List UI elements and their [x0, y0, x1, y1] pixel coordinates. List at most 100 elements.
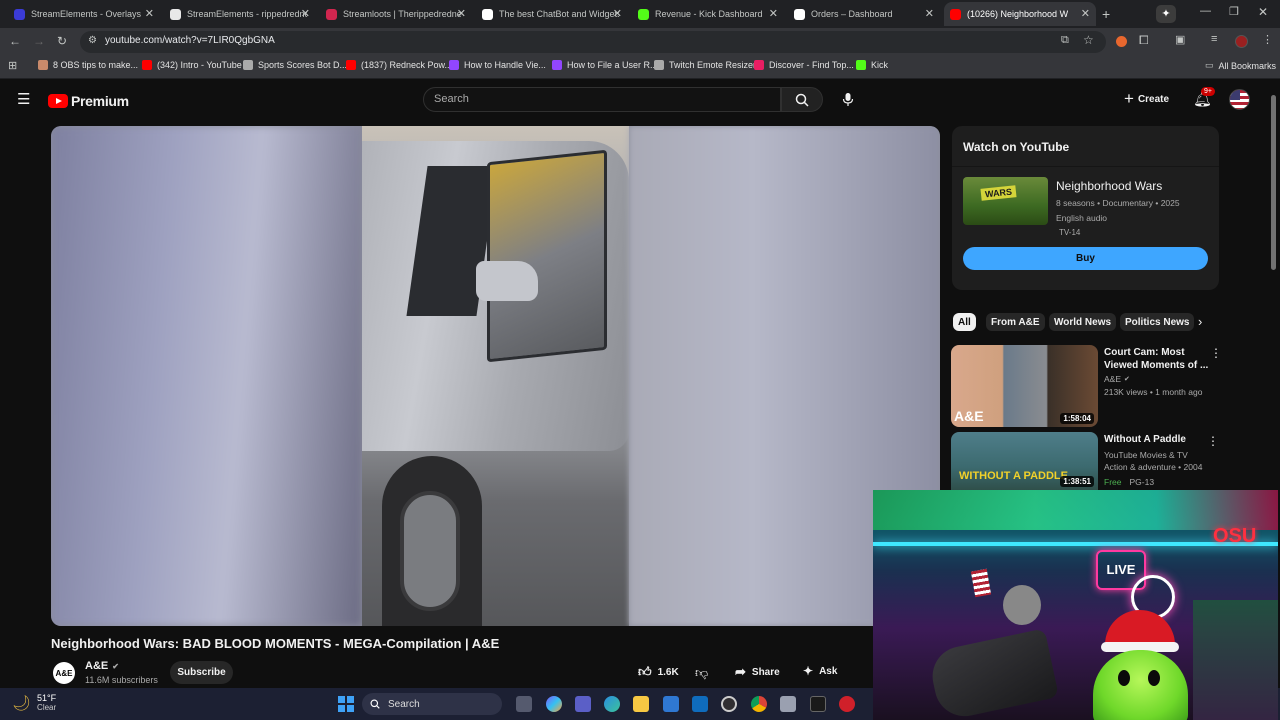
obs-icon[interactable]	[721, 696, 737, 712]
rec-duration-badge: 1:58:04	[1060, 413, 1094, 424]
youtube-play-icon	[48, 94, 68, 108]
tab-search-button[interactable]: ✦	[1156, 5, 1176, 23]
forward-arrow-icon[interactable]: →	[33, 34, 45, 48]
install-app-icon[interactable]: ⧉	[1061, 34, 1069, 47]
start-button[interactable]	[338, 696, 354, 712]
bookmark-item[interactable]: (1837) Redneck Pow...	[346, 60, 452, 70]
rec-price-badge: Free PG-13	[1104, 477, 1154, 487]
close-tab-icon[interactable]: ✕	[613, 8, 622, 20]
chip-from-ae[interactable]: From A&E	[986, 313, 1045, 331]
browser-tab[interactable]: Streamloots | Therippedredne ✕	[320, 2, 472, 26]
teams-icon[interactable]	[575, 696, 591, 712]
bookmark-item[interactable]: How to Handle Vie...	[449, 60, 546, 70]
taskbar-app-icon[interactable]	[780, 696, 796, 712]
back-arrow-icon[interactable]: ←	[9, 34, 21, 48]
bookmark-item[interactable]: 8 OBS tips to make...	[38, 60, 138, 70]
rec-title[interactable]: Court Cam: Most Viewed Moments of ...	[1104, 346, 1208, 372]
task-view-icon[interactable]	[516, 696, 532, 712]
terminal-icon[interactable]	[810, 696, 826, 712]
browser-tab[interactable]: (10266) Neighborhood W ✕	[944, 2, 1096, 26]
video-player[interactable]	[51, 126, 940, 626]
browser-tab[interactable]: Orders – Dashboard ✕	[788, 2, 940, 26]
notifications-button[interactable]: 🔔︎ 9+	[1193, 87, 1215, 109]
rec-channel[interactable]: A&E ✔	[1104, 374, 1130, 384]
browser-tab[interactable]: The best ChatBot and Widgets ✕	[476, 2, 628, 26]
rec-more-options-icon[interactable]: ⋮	[1210, 346, 1222, 360]
taskbar-app-icon-red[interactable]	[839, 696, 855, 712]
new-tab-button[interactable]: +	[1102, 6, 1110, 22]
taskbar-search-box[interactable]: Search	[362, 693, 502, 715]
close-tab-icon[interactable]: ✕	[769, 8, 778, 20]
channel-avatar[interactable]: A&E	[53, 662, 75, 684]
search-button[interactable]	[781, 87, 823, 112]
chrome-menu-icon[interactable]: ⋮	[1262, 33, 1273, 46]
chip-world-news[interactable]: World News	[1049, 313, 1117, 331]
show-title[interactable]: Neighborhood Wars	[1056, 179, 1162, 193]
bookmark-item[interactable]: How to File a User R...	[552, 60, 658, 70]
subscribe-button[interactable]: Subscribe	[170, 661, 233, 684]
bookmark-item[interactable]: Sports Scores Bot D...	[243, 60, 347, 70]
all-bookmarks-button[interactable]: ▭ All Bookmarks	[1205, 60, 1276, 71]
share-button[interactable]: ➦ Share	[735, 664, 780, 680]
rec-channel[interactable]: YouTube Movies & TV	[1104, 450, 1188, 460]
search-input[interactable]: Search	[423, 87, 781, 112]
bookmark-item[interactable]: (342) Intro - YouTube	[142, 60, 242, 70]
youtube-logo[interactable]: Premium	[48, 93, 129, 109]
file-explorer-icon[interactable]	[633, 696, 649, 712]
store-icon[interactable]	[663, 696, 679, 712]
browser-tab[interactable]: StreamElements - rippedredne ✕	[164, 2, 316, 26]
tab-favicon-icon	[14, 8, 25, 20]
side-panel-icon[interactable]: ▣	[1175, 33, 1185, 46]
browser-tab[interactable]: StreamElements - Overlays ✕	[8, 2, 160, 26]
ask-button[interactable]: ✦ Ask	[803, 664, 837, 678]
weather-widget[interactable]: 🌙︎ 51°F Clear	[12, 693, 56, 712]
create-button[interactable]: + Create	[1124, 90, 1169, 107]
page-scrollbar[interactable]	[1271, 95, 1276, 270]
close-tab-icon[interactable]: ✕	[145, 8, 154, 20]
rec-title-line1: Court Cam: Most	[1104, 347, 1185, 358]
account-avatar[interactable]	[1229, 89, 1250, 110]
minimize-window-icon[interactable]: —	[1200, 5, 1211, 17]
chip-all[interactable]: All	[953, 313, 976, 331]
rec-more-options-icon[interactable]: ⋮	[1207, 434, 1219, 448]
profile-avatar[interactable]	[1235, 35, 1248, 48]
rec-title[interactable]: Without A Paddle	[1104, 434, 1186, 445]
reload-icon[interactable]: ↻	[57, 34, 67, 48]
show-thumbnail[interactable]: WARS	[963, 177, 1048, 225]
buy-button[interactable]: Buy	[963, 247, 1208, 270]
site-info-icon[interactable]: ⚙	[88, 35, 97, 46]
close-tab-icon[interactable]: ✕	[301, 8, 310, 20]
voice-search-button[interactable]	[836, 87, 860, 111]
tab-label: Streamloots | Therippedredne	[343, 9, 462, 19]
rec-thumbnail-court-cam[interactable]: A&E 1:58:04	[951, 345, 1098, 427]
rec-thumbnail-without-a-paddle[interactable]: WITHOUT A PADDLE 1:38:51	[951, 432, 1098, 490]
share-arrow-icon: ➦	[735, 664, 746, 679]
dislike-button[interactable]: 👎︎	[695, 664, 708, 682]
like-count: 1.6K	[657, 666, 679, 678]
extension-icon[interactable]	[1116, 36, 1127, 47]
browser-tab[interactable]: Revenue - Kick Dashboard ✕	[632, 2, 784, 26]
edge-icon[interactable]	[604, 696, 620, 712]
bookmark-star-icon[interactable]: ☆	[1083, 33, 1094, 47]
close-tab-icon[interactable]: ✕	[457, 8, 466, 20]
bookmark-favicon-icon	[449, 60, 459, 70]
address-bar[interactable]: ⚙ youtube.com/watch?v=7LIR0QgbGNA ⧉ ☆	[80, 31, 1106, 53]
like-button[interactable]: 👍︎ 1.6K	[638, 664, 679, 680]
outlook-icon[interactable]	[692, 696, 708, 712]
copilot-icon[interactable]	[546, 696, 562, 712]
chips-next-chevron-icon[interactable]: ›	[1198, 314, 1202, 329]
channel-name[interactable]: A&E ✔	[85, 660, 119, 672]
hamburger-menu-icon[interactable]: ☰	[17, 90, 30, 108]
close-tab-icon[interactable]: ✕	[1081, 8, 1090, 20]
close-tab-icon[interactable]: ✕	[925, 8, 934, 20]
apps-grid-icon[interactable]: ⊞	[8, 59, 17, 72]
close-window-icon[interactable]: ✕	[1258, 5, 1268, 19]
chrome-icon[interactable]	[751, 696, 767, 712]
bookmark-item[interactable]: Discover - Find Top...	[754, 60, 854, 70]
media-controls-icon[interactable]: ≡	[1211, 33, 1217, 45]
bookmark-item[interactable]: Kick	[856, 60, 888, 70]
bookmark-item[interactable]: Twitch Emote Resizer	[654, 60, 756, 70]
maximize-window-icon[interactable]: ❐	[1229, 5, 1239, 18]
extensions-puzzle-icon[interactable]: ⧠	[1139, 33, 1149, 48]
chip-politics-news[interactable]: Politics News	[1120, 313, 1195, 331]
